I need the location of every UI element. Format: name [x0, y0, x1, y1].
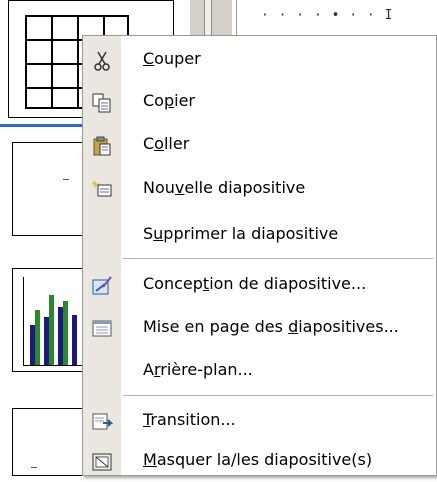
- menu-item-label: Mise en page des diapositives...: [143, 317, 399, 336]
- paste-icon: [91, 135, 113, 157]
- menu-item-couper[interactable]: Couper: [83, 41, 436, 81]
- design-icon: [91, 275, 113, 297]
- menu-separator: [123, 395, 433, 396]
- slide-content-mark: [63, 179, 69, 180]
- menu-item-label: Couper: [143, 49, 201, 68]
- menu-item-mise-en-page[interactable]: Mise en page des diapositives...: [83, 309, 436, 349]
- chart-preview: [23, 277, 88, 366]
- menu-item-label: Copier: [143, 91, 195, 110]
- menu-item-masquer-diapositives[interactable]: Masquer la/les diapositive(s): [83, 442, 436, 482]
- menu-item-nouvelle-diapositive[interactable]: Nouvelle diapositive: [83, 170, 436, 210]
- menu-item-label: Conception de diapositive...: [143, 274, 367, 293]
- menu-item-label: Supprimer la diapositive: [143, 224, 339, 243]
- menu-item-label: Arrière-plan...: [143, 360, 253, 379]
- menu-item-label: Transition...: [143, 410, 236, 429]
- menu-item-transition[interactable]: Transition...: [83, 402, 436, 442]
- scissors-icon: [91, 50, 113, 72]
- menu-item-label: Nouvelle diapositive: [143, 178, 306, 197]
- hide-slide-icon: [91, 451, 113, 473]
- menu-item-label: Masquer la/les diapositive(s): [143, 450, 373, 469]
- menu-separator: [123, 258, 433, 259]
- ruler-guides: · · · · • · · I: [261, 8, 394, 23]
- menu-item-copier[interactable]: Copier: [83, 83, 436, 123]
- menu-item-conception-diapositive[interactable]: Conception de diapositive...: [83, 266, 436, 306]
- context-menu: Couper Copier Coller Nouvelle diapositiv…: [82, 35, 437, 476]
- menu-item-label: Coller: [143, 134, 190, 153]
- menu-item-supprimer-diapositive[interactable]: Supprimer la diapositive: [83, 216, 436, 256]
- copy-icon: [91, 92, 113, 114]
- menu-item-coller[interactable]: Coller: [83, 126, 436, 166]
- new-slide-icon: [91, 179, 113, 201]
- layout-icon: [91, 318, 113, 340]
- slide-editor-area: · · · · • · · I: [236, 0, 437, 40]
- menu-item-arriere-plan[interactable]: Arrière-plan...: [83, 352, 436, 392]
- slide-content-mark: [31, 467, 37, 468]
- transition-icon: [91, 411, 114, 433]
